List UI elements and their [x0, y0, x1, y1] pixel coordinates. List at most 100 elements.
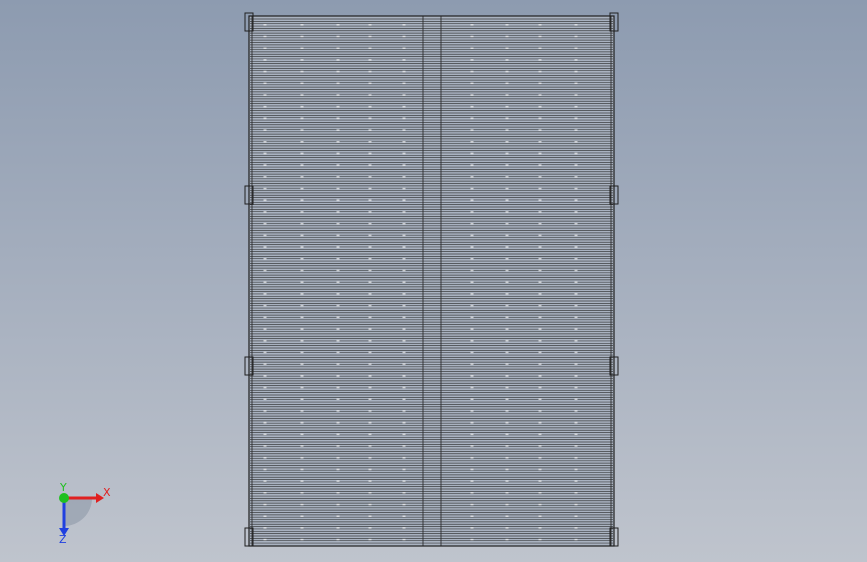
slat-bolt — [538, 105, 542, 108]
slat-bolt — [368, 375, 372, 377]
slat-bolt — [368, 105, 372, 108]
slat-bolt — [336, 187, 340, 190]
slat-bolt — [470, 281, 474, 283]
slat-bolt — [470, 35, 474, 38]
slat-bolt — [505, 538, 509, 541]
slat-bolt — [402, 527, 406, 529]
slat-bolt — [470, 304, 474, 307]
slat-bolt — [263, 117, 267, 120]
conveyor-frame — [248, 15, 615, 547]
slat-bolt — [574, 24, 578, 26]
slat-bolt — [574, 222, 578, 225]
slat-bolt — [574, 304, 578, 307]
slat-bolt — [505, 24, 509, 26]
slat-bolt — [300, 398, 304, 400]
slat-bolt — [263, 316, 267, 319]
slat-bolt — [470, 351, 474, 354]
slat-bolt — [402, 105, 406, 108]
slat-bolt — [336, 351, 340, 354]
slat-bolt — [402, 316, 406, 319]
slat-bolt — [538, 492, 542, 494]
slat-bolt — [402, 339, 406, 342]
slat-bolt — [470, 328, 474, 330]
slat-bolt — [470, 503, 474, 506]
slat-bolt — [538, 222, 542, 225]
slat-bolt — [402, 234, 406, 237]
y-axis-dot — [59, 493, 69, 503]
slat-bolt — [470, 339, 474, 342]
slat-bolt — [368, 421, 372, 424]
slat-bolt — [368, 316, 372, 319]
slat-bolt — [336, 328, 340, 330]
slat-bolt — [300, 445, 304, 447]
slat-bolt — [300, 503, 304, 506]
slat-bolt — [470, 316, 474, 319]
slat-bolt — [470, 480, 474, 482]
triad-shadow — [64, 498, 92, 526]
slat-bolt — [368, 234, 372, 237]
slat-bolt — [470, 129, 474, 131]
slat-bolt — [402, 503, 406, 506]
slat-bolt — [300, 82, 304, 85]
slat-bolt — [336, 339, 340, 342]
slat-bolt — [574, 281, 578, 283]
slat-bolt — [336, 456, 340, 459]
slat-bolt — [263, 82, 267, 85]
coordinate-triad[interactable]: X Y Z — [48, 482, 118, 544]
slat-bolt — [300, 328, 304, 330]
slat-bolt — [402, 421, 406, 424]
slat-bolt — [574, 187, 578, 190]
slat-bolt — [368, 339, 372, 342]
slat-bolt — [505, 105, 509, 108]
slat-bolt — [402, 141, 406, 143]
slat-bolt — [402, 281, 406, 283]
slat-bolt — [538, 421, 542, 424]
slat-bolt — [574, 515, 578, 517]
slat-bolt — [402, 222, 406, 225]
slat-bolt — [263, 293, 267, 295]
slat-bolt — [574, 328, 578, 330]
slat-bolt — [300, 375, 304, 377]
slat-bolt — [263, 538, 267, 541]
slat-bolt — [538, 82, 542, 85]
slat-bolt — [263, 304, 267, 307]
slat-bolt — [470, 117, 474, 120]
slat-bolt — [505, 129, 509, 131]
slat-bolt — [470, 176, 474, 178]
cad-graphics-viewport[interactable]: X Y Z — [0, 0, 867, 562]
slat-bolt — [368, 211, 372, 213]
slat-bolt — [263, 35, 267, 38]
conveyor-model-top-view[interactable] — [0, 0, 867, 562]
slat-bolt — [470, 386, 474, 389]
slat-bolt — [574, 94, 578, 96]
slat-bolt — [574, 339, 578, 342]
slat-bolt — [402, 433, 406, 436]
slat-bolt — [470, 211, 474, 213]
slat-bolt — [368, 492, 372, 494]
slat-bolt — [470, 222, 474, 225]
slat-bolt — [263, 281, 267, 283]
slat-bolt — [538, 59, 542, 61]
slat-bolt — [368, 117, 372, 120]
slat-bolt — [574, 351, 578, 354]
slat-bolt — [300, 433, 304, 436]
slat-bolt — [505, 234, 509, 237]
slat-bolt — [336, 129, 340, 131]
slat-bolt — [402, 164, 406, 166]
slat-bolt — [263, 129, 267, 131]
slat-bolt — [300, 246, 304, 248]
slat-bolt — [336, 24, 340, 26]
slat-bolt — [574, 199, 578, 202]
slat-bolt — [336, 70, 340, 73]
slat-bolt — [538, 152, 542, 155]
slat-bolt — [300, 281, 304, 283]
slat-bolt — [470, 433, 474, 436]
slat-bolt — [263, 164, 267, 166]
slat-bolt — [470, 70, 474, 73]
slat-bolt — [300, 492, 304, 494]
slat-bolt — [402, 398, 406, 400]
slat-bolt — [402, 304, 406, 307]
slat-bolt — [300, 363, 304, 365]
slat-bolt — [300, 258, 304, 260]
slat-bolt — [368, 480, 372, 482]
